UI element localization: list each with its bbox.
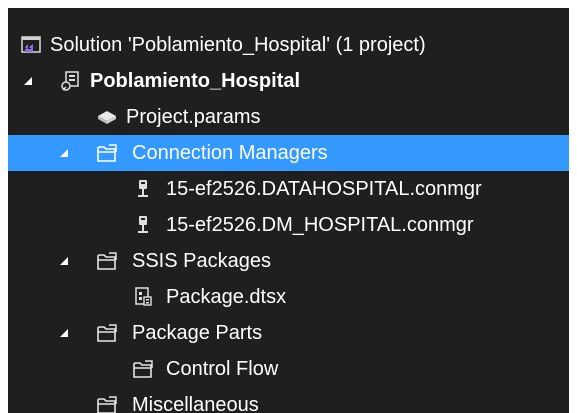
tree-item-solution[interactable]: Solution 'Poblamiento_Hospital' (1 proje… xyxy=(8,27,569,63)
params-icon xyxy=(96,106,118,128)
window-frame: Solution 'Poblamiento_Hospital' (1 proje… xyxy=(0,0,577,413)
tree-item-label: SSIS Packages xyxy=(132,250,271,272)
ssis-project-icon xyxy=(60,70,82,92)
package-icon xyxy=(132,286,154,308)
connection-manager-icon xyxy=(132,178,154,200)
folder-icon xyxy=(132,358,154,380)
connection-manager-icon xyxy=(132,214,154,236)
tree-item-label: 15-ef2526.DATAHOSPITAL.conmgr xyxy=(166,178,482,200)
tree-item-label: Control Flow xyxy=(166,358,279,380)
folder-icon xyxy=(96,250,118,272)
tree-item-label: Project.params xyxy=(126,106,261,128)
folder-icon xyxy=(96,394,118,413)
expand-arrow-icon[interactable] xyxy=(22,75,34,87)
expand-arrow-icon[interactable] xyxy=(58,327,70,339)
tree-item-package-dtsx[interactable]: Package.dtsx xyxy=(8,279,569,315)
tree-item-label: Package Parts xyxy=(132,322,263,344)
tree-item-package-parts[interactable]: Package Parts xyxy=(8,315,569,351)
folder-icon xyxy=(96,142,118,164)
tree-item-label: 15-ef2526.DM_HOSPITAL.conmgr xyxy=(166,214,474,236)
tree-item-label: Miscellaneous xyxy=(132,394,259,413)
expand-arrow-icon[interactable] xyxy=(58,147,70,159)
tree-item-control-flow[interactable]: Control Flow xyxy=(8,351,569,387)
tree-item-project-params[interactable]: Project.params xyxy=(8,99,569,135)
tree-item-label: Solution 'Poblamiento_Hospital' (1 proje… xyxy=(50,34,426,56)
tree-item-project[interactable]: Poblamiento_Hospital xyxy=(8,63,569,99)
solution-icon xyxy=(20,34,42,56)
tree-item-label: Connection Managers xyxy=(132,142,328,164)
tree-item-label: Package.dtsx xyxy=(166,286,287,308)
tree-item-label: Poblamiento_Hospital xyxy=(90,70,301,92)
folder-icon xyxy=(96,322,118,344)
tree-item-ssis-packages[interactable]: SSIS Packages xyxy=(8,243,569,279)
expand-arrow-icon[interactable] xyxy=(58,255,70,267)
tree-item-connection-managers[interactable]: Connection Managers xyxy=(8,135,569,171)
tree-item-miscellaneous[interactable]: Miscellaneous xyxy=(8,387,569,413)
tree-item-connection-dm-hospital[interactable]: 15-ef2526.DM_HOSPITAL.conmgr xyxy=(8,207,569,243)
solution-explorer-tree[interactable]: Solution 'Poblamiento_Hospital' (1 proje… xyxy=(8,8,569,413)
tree-item-connection-datahospital[interactable]: 15-ef2526.DATAHOSPITAL.conmgr xyxy=(8,171,569,207)
